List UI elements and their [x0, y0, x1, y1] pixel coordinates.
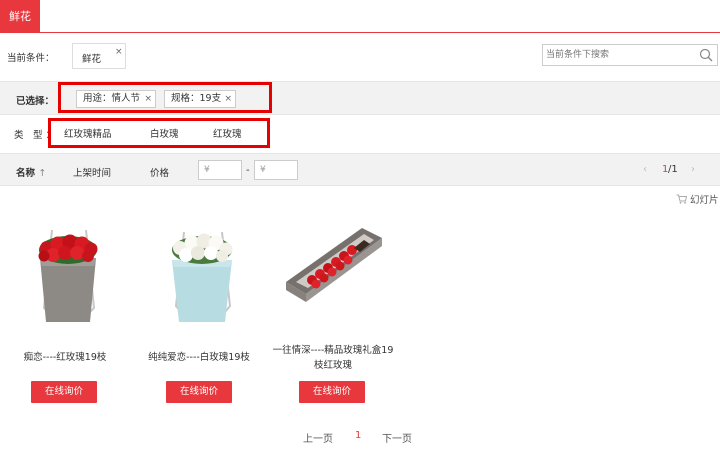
search-icon[interactable] — [699, 48, 713, 62]
tab-flowers[interactable]: 鲜花 — [0, 0, 40, 33]
product-name[interactable]: 一往情深----精品玫瑰礼盒19枝红玫瑰 — [268, 343, 398, 373]
product-name[interactable]: 痴恋----红玫瑰19枝 — [0, 350, 130, 365]
type-item-white-rose[interactable]: 白玫瑰 — [150, 126, 179, 140]
pager-prev-icon[interactable]: ‹ — [643, 164, 647, 175]
inquiry-button[interactable]: 在线询价 — [166, 381, 232, 403]
slideshow-toggle[interactable]: 幻灯片 — [676, 192, 719, 206]
price-from-input[interactable]: ¥ — [198, 160, 242, 180]
selected-label: 已选择： — [16, 96, 55, 107]
condition-tag-label: 鲜花 — [82, 54, 102, 65]
current-conditions-label: 当前条件： — [7, 53, 55, 64]
filter-tag-label: 用途：情人节 — [83, 93, 141, 104]
arrow-up-icon: ↑ — [38, 168, 47, 179]
type-item-red-rose[interactable]: 红玫瑰 — [213, 126, 242, 140]
product-name[interactable]: 纯纯爱恋----白玫瑰19枝 — [134, 350, 264, 365]
price-range-dash: - — [246, 165, 250, 176]
current-conditions-row: 当前条件： 鲜花 × — [0, 34, 720, 80]
pager-next-icon[interactable]: › — [691, 164, 695, 175]
cart-icon — [676, 194, 688, 204]
type-item-red-rose-premium[interactable]: 红玫瑰精品 — [64, 126, 112, 140]
filter-tag-spec[interactable]: 规格：19支 × — [164, 90, 236, 108]
filter-tag-label: 规格：19支 — [171, 93, 222, 104]
inquiry-button[interactable]: 在线询价 — [31, 381, 97, 403]
product-image[interactable] — [0, 210, 130, 340]
condition-tag-flowers[interactable]: 鲜花 × — [72, 43, 126, 69]
product-image[interactable] — [134, 210, 264, 340]
sort-by-price[interactable]: 价格 — [150, 165, 169, 179]
slideshow-label: 幻灯片 — [690, 195, 719, 206]
selected-filters-row: 已选择： 用途：情人节 × 规格：19支 × — [0, 81, 720, 115]
category-tab-bar: 鲜花 — [0, 0, 720, 33]
type-filter-row: 类 型 ： 红玫瑰精品 白玫瑰 红玫瑰 — [0, 115, 720, 151]
inquiry-button[interactable]: 在线询价 — [299, 381, 365, 403]
price-to-input[interactable]: ¥ — [254, 160, 298, 180]
search-box — [542, 44, 718, 66]
sort-name-label: 名称 — [16, 168, 36, 179]
pagination-next[interactable]: 下一页 — [382, 430, 412, 445]
sort-by-name[interactable]: 名称 ↑ — [16, 165, 46, 179]
close-icon[interactable]: × — [224, 91, 232, 107]
pagination-prev[interactable]: 上一页 — [303, 430, 333, 445]
pagination-current: 1 — [355, 430, 362, 441]
close-icon[interactable]: × — [144, 91, 152, 107]
filter-tag-usage[interactable]: 用途：情人节 × — [76, 90, 156, 108]
pager-total: /1 — [668, 164, 678, 175]
sort-bar: 名称 ↑ 上架时间 价格 ¥ - ¥ ‹ 1 /1 › — [0, 153, 720, 186]
close-icon[interactable]: × — [115, 47, 123, 57]
search-input[interactable] — [543, 45, 693, 65]
product-image[interactable] — [268, 210, 398, 340]
sort-by-time[interactable]: 上架时间 — [73, 165, 111, 179]
